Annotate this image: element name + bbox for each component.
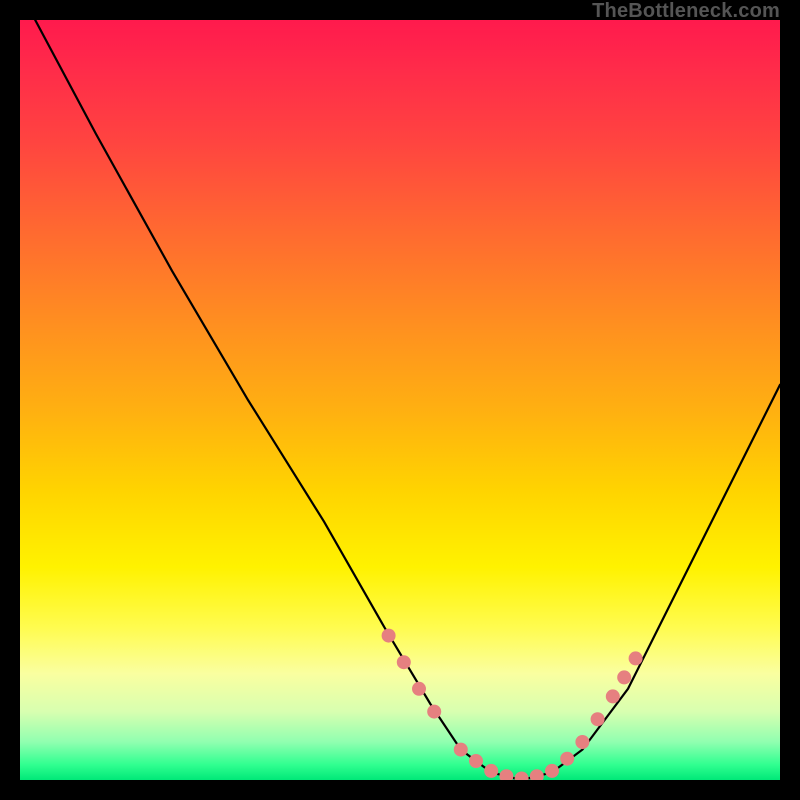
highlight-dot — [530, 769, 544, 780]
highlight-dot — [606, 689, 620, 703]
highlight-dots — [382, 629, 643, 780]
highlight-dot — [412, 682, 426, 696]
highlight-dot — [469, 754, 483, 768]
highlight-dot — [454, 743, 468, 757]
highlight-dot — [397, 655, 411, 669]
highlight-dot — [382, 629, 396, 643]
highlight-dot — [560, 752, 574, 766]
highlight-dot — [617, 670, 631, 684]
highlight-dot — [591, 712, 605, 726]
watermark-text: TheBottleneck.com — [592, 0, 780, 23]
highlight-dot — [499, 769, 513, 780]
highlight-dot — [484, 764, 498, 778]
chart-frame: TheBottleneck.com — [0, 0, 800, 800]
highlight-dot — [515, 772, 529, 781]
highlight-dot — [629, 651, 643, 665]
highlight-dot — [545, 764, 559, 778]
highlight-dot — [575, 735, 589, 749]
curve-layer — [20, 20, 780, 780]
highlight-dot — [427, 705, 441, 719]
plot-area — [20, 20, 780, 780]
